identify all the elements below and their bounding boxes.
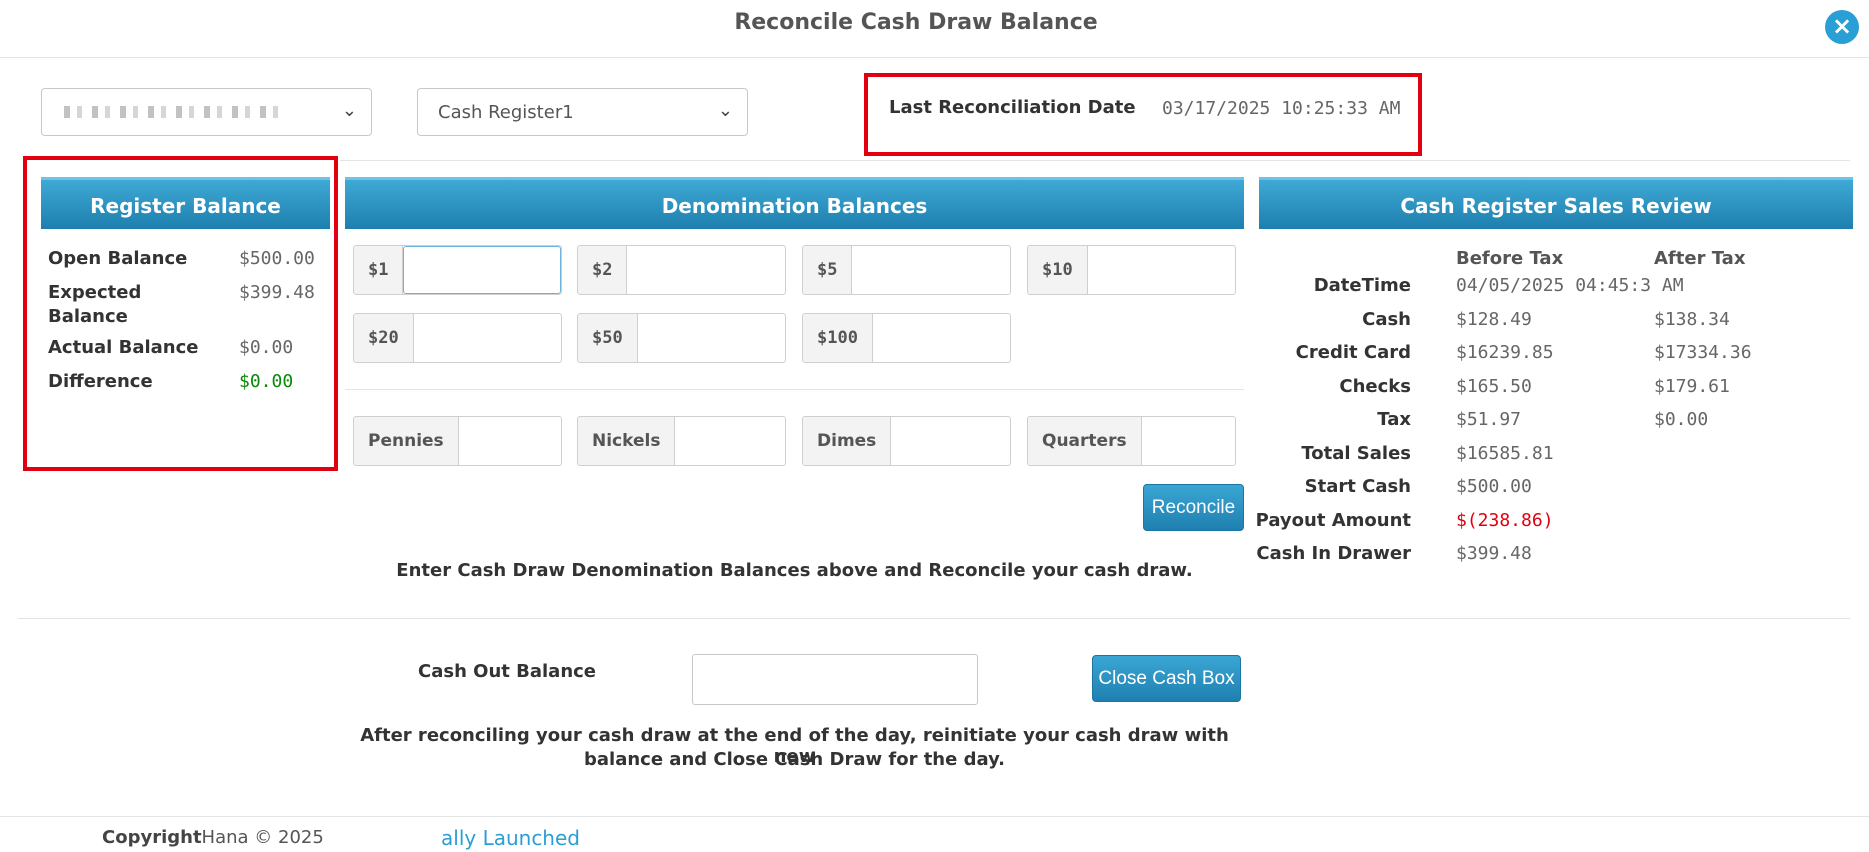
quarters-label: Quarters [1028,417,1142,465]
sales-review-heading: Cash Register Sales Review [1259,177,1853,229]
review-credit-card-after: $17334.36 [1654,342,1752,363]
footer-copyright-rest: Hana © 2025 [201,827,324,848]
open-balance-value: $500.00 [239,248,315,269]
open-balance-label: Open Balance [48,248,188,269]
header-divider [0,57,1869,58]
nickels-field[interactable]: Nickels [577,416,786,466]
review-tax-before: $51.97 [1456,409,1522,430]
review-credit-card-before: $16239.85 [1456,342,1554,363]
last-reconciliation-value: 03/17/2025 10:25:33 AM [1162,98,1401,119]
cash-out-instruction-line-2: balance and Close Cash Draw for the day. [584,749,1005,770]
register-select[interactable]: Cash Register1 ⌄ [417,88,748,136]
denom-2-label: $2 [578,246,628,294]
chevron-down-icon: ⌄ [717,100,733,121]
review-label-tax: Tax [1377,409,1411,430]
review-label-checks: Checks [1339,376,1411,397]
close-cash-box-button[interactable]: Close Cash Box [1092,655,1241,702]
after-tax-header: After Tax [1654,248,1746,269]
review-label-cash: Cash [1362,309,1411,330]
chevron-down-icon: ⌄ [341,100,357,121]
denom-100-input[interactable] [872,314,1010,362]
footer-copyright-bold: Copyright [102,827,202,848]
review-total-sales-value: $16585.81 [1456,443,1554,464]
register-select-value: Cash Register1 [438,102,574,123]
denom-50-input[interactable] [637,314,785,362]
pennies-label: Pennies [354,417,459,465]
quarters-field[interactable]: Quarters [1027,416,1236,466]
footer-link[interactable]: ally Launched [441,826,580,850]
denom-50-label: $50 [578,314,638,362]
dimes-input[interactable] [891,417,1010,465]
footer-divider [0,816,1869,817]
denomination-instruction: Enter Cash Draw Denomination Balances ab… [396,560,1193,581]
close-icon[interactable]: × [1825,10,1859,44]
review-label-credit-card: Credit Card [1295,342,1411,363]
nickels-input[interactable] [675,417,785,465]
denom-100-label: $100 [803,314,873,362]
denom-1-label: $1 [354,246,404,294]
review-cash-before: $128.49 [1456,309,1532,330]
coins-divider [345,389,1244,390]
review-label-total-sales: Total Sales [1301,443,1411,464]
expected-balance-value: $399.48 [239,282,315,303]
review-cash-in-drawer-value: $399.48 [1456,543,1532,564]
denom-20-label: $20 [354,314,414,362]
section-divider [340,160,1850,161]
denom-5-input[interactable] [852,246,1010,294]
denom-20-input[interactable] [413,314,561,362]
cash-out-divider [18,618,1850,619]
denom-2-input[interactable] [627,246,785,294]
cash-out-balance-input[interactable] [692,654,978,705]
nickels-label: Nickels [578,417,676,465]
store-select[interactable]: ⌄ [41,88,372,136]
review-label-payout-amount: Payout Amount [1255,510,1411,531]
review-checks-after: $179.61 [1654,376,1730,397]
review-cash-after: $138.34 [1654,309,1730,330]
cash-out-balance-label: Cash Out Balance [418,661,597,682]
denom-5-label: $5 [803,246,853,294]
store-select-redacted-value [64,106,284,118]
actual-balance-label: Actual Balance [48,337,199,358]
review-label-start-cash: Start Cash [1304,476,1411,497]
review-checks-before: $165.50 [1456,376,1532,397]
review-label-cash-in-drawer: Cash In Drawer [1256,543,1411,564]
denom-100-field[interactable]: $100 [802,313,1011,363]
review-payout-amount-value: $(238.86) [1456,510,1554,531]
difference-value: $0.00 [239,371,294,392]
denom-50-field[interactable]: $50 [577,313,786,363]
expected-balance-label: Expected Balance [48,282,142,327]
denom-10-field[interactable]: $10 [1027,245,1236,295]
actual-balance-value: $0.00 [239,337,294,358]
difference-label: Difference [48,371,153,392]
last-reconciliation-label: Last Reconciliation Date [889,97,1136,118]
review-start-cash-value: $500.00 [1456,476,1532,497]
review-label-datetime: DateTime [1313,275,1411,296]
review-datetime-value: 04/05/2025 04:45:3 AM [1456,275,1684,296]
denom-10-label: $10 [1028,246,1088,294]
before-tax-header: Before Tax [1456,248,1564,269]
footer-copyright: CopyrightHana © 2025 [102,827,324,848]
dimes-field[interactable]: Dimes [802,416,1011,466]
denom-5-field[interactable]: $5 [802,245,1011,295]
denomination-balances-heading: Denomination Balances [345,177,1244,229]
register-balance-heading: Register Balance [41,177,330,229]
denom-20-field[interactable]: $20 [353,313,562,363]
dimes-label: Dimes [803,417,892,465]
pennies-input[interactable] [458,417,561,465]
pennies-field[interactable]: Pennies [353,416,562,466]
denom-1-input[interactable] [403,246,561,294]
review-tax-after: $0.00 [1654,409,1709,430]
dialog-title: Reconcile Cash Draw Balance [734,10,1098,35]
denom-1-field[interactable]: $1 [353,245,562,295]
denom-2-field[interactable]: $2 [577,245,786,295]
